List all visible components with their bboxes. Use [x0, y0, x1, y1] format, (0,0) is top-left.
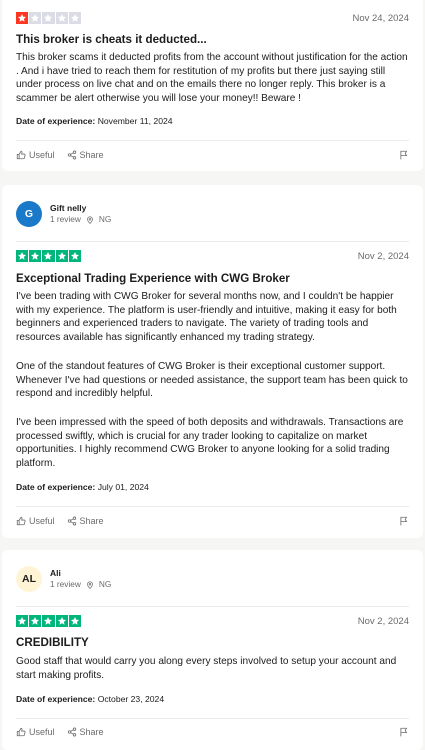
share-button[interactable]: Share: [67, 516, 104, 526]
flag-icon: [399, 516, 409, 526]
divider: [16, 140, 409, 141]
star-icon: [29, 249, 42, 263]
date-of-experience: Date of experience: November 11, 2024: [16, 116, 409, 126]
star-icon: [55, 249, 68, 263]
reviewer-country: NG: [98, 579, 112, 589]
doe-label: Date of experience:: [16, 482, 96, 492]
star-icon: [16, 249, 29, 263]
thumbs-up-icon: [16, 727, 26, 737]
reviewer-name: Ali: [50, 568, 61, 578]
review-title[interactable]: This broker is cheats it deducted...: [16, 32, 409, 47]
star-icon: [29, 11, 42, 25]
share-label: Share: [79, 150, 104, 160]
review-body-paragraph: One of the standout features of CWG Brok…: [16, 361, 408, 400]
star-icon: [16, 11, 29, 25]
star-icon: [68, 249, 81, 263]
share-label: Share: [79, 727, 104, 737]
share-label: Share: [79, 516, 104, 526]
star-icon: [42, 614, 55, 628]
star-rating: [16, 614, 81, 628]
share-button[interactable]: Share: [67, 150, 104, 160]
reviewer-name: Gift nelly: [50, 203, 87, 213]
review-header: Nov 2, 2024: [16, 248, 409, 264]
doe-label: Date of experience:: [16, 694, 96, 704]
review-actions: Useful Share: [16, 148, 409, 162]
date-of-experience: Date of experience: October 23, 2024: [16, 694, 409, 704]
review-title[interactable]: Exceptional Trading Experience with CWG …: [16, 271, 409, 286]
star-icon: [68, 11, 81, 25]
doe-value: October 23, 2024: [97, 694, 165, 704]
divider: [16, 606, 409, 607]
review-header: Nov 2, 2024: [16, 613, 409, 629]
review-body: Good staff that would carry you along ev…: [16, 656, 397, 681]
reviewer-info[interactable]: G Gift nelly 1 review NG: [16, 201, 409, 227]
review-card: AL Ali 1 review NG Nov 2, 2024 CREDIBILI…: [2, 550, 423, 750]
date-of-experience: Date of experience: July 01, 2024: [16, 482, 409, 492]
flag-icon: [399, 727, 409, 737]
share-icon: [67, 727, 77, 737]
location-icon: [86, 215, 94, 224]
star-rating: [16, 249, 81, 263]
divider: [16, 506, 409, 507]
share-button[interactable]: Share: [67, 727, 104, 737]
report-button[interactable]: [399, 150, 409, 160]
useful-button[interactable]: Useful: [16, 727, 55, 737]
review-count: 1 review: [50, 579, 81, 589]
share-icon: [67, 150, 77, 160]
reviewer-meta: 1 review NG: [50, 579, 111, 590]
divider: [16, 241, 409, 242]
location-icon: [86, 580, 94, 589]
useful-button[interactable]: Useful: [16, 516, 55, 526]
thumbs-up-icon: [16, 150, 26, 160]
avatar: AL: [16, 566, 42, 592]
star-icon: [42, 249, 55, 263]
review-body-paragraph: I've been trading with CWG Broker for se…: [16, 291, 397, 343]
share-icon: [67, 516, 77, 526]
review-body: This broker scams it deducted profits fr…: [16, 52, 408, 104]
review-body-paragraph: I've been impressed with the speed of bo…: [16, 417, 404, 469]
star-icon: [42, 11, 55, 25]
doe-label: Date of experience:: [16, 116, 96, 126]
useful-label: Useful: [29, 727, 55, 737]
thumbs-up-icon: [16, 516, 26, 526]
useful-label: Useful: [29, 516, 55, 526]
avatar: G: [16, 201, 42, 227]
review-actions: Useful Share: [16, 514, 409, 528]
divider: [16, 718, 409, 719]
star-icon: [55, 11, 68, 25]
review-date: Nov 24, 2024: [352, 12, 409, 24]
reviewer-meta: 1 review NG: [50, 214, 111, 225]
review-date: Nov 2, 2024: [357, 615, 409, 627]
star-icon: [16, 614, 29, 628]
star-rating: [16, 11, 81, 25]
review-count: 1 review: [50, 214, 81, 224]
doe-value: November 11, 2024: [97, 116, 173, 126]
star-icon: [68, 614, 81, 628]
star-icon: [55, 614, 68, 628]
review-card: Nov 24, 2024 This broker is cheats it de…: [2, 0, 423, 171]
useful-label: Useful: [29, 150, 55, 160]
review-header: Nov 24, 2024: [16, 10, 409, 26]
reviewer-info[interactable]: AL Ali 1 review NG: [16, 566, 409, 592]
flag-icon: [399, 150, 409, 160]
reviewer-country: NG: [98, 214, 112, 224]
review-title[interactable]: CREDIBILITY: [16, 635, 409, 650]
doe-value: July 01, 2024: [97, 482, 149, 492]
report-button[interactable]: [399, 727, 409, 737]
review-date: Nov 2, 2024: [357, 250, 409, 262]
star-icon: [29, 614, 42, 628]
useful-button[interactable]: Useful: [16, 150, 55, 160]
review-actions: Useful Share: [16, 725, 409, 739]
review-card: G Gift nelly 1 review NG Nov 2, 2024 Exc…: [2, 185, 423, 538]
report-button[interactable]: [399, 516, 409, 526]
